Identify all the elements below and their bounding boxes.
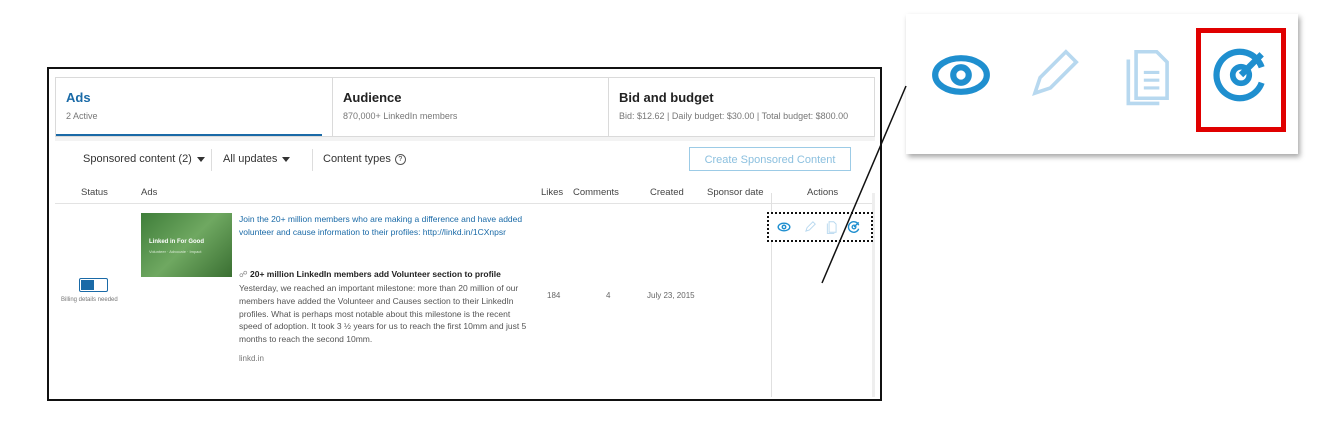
copy-document-icon[interactable] <box>825 220 839 234</box>
col-ads: Ads <box>141 187 158 198</box>
col-actions: Actions <box>807 187 839 198</box>
tab-ads-title: Ads <box>66 90 91 105</box>
sponsored-content-dropdown[interactable]: Sponsored content (2) <box>83 153 205 165</box>
ad-title-link[interactable]: Join the 20+ million members who are mak… <box>239 213 529 238</box>
comments-value: 4 <box>606 291 611 300</box>
pencil-icon <box>1032 49 1079 96</box>
ads-content: Sponsored content (2) All updates Conten… <box>55 141 875 397</box>
col-created: Created <box>650 187 684 198</box>
create-sponsored-content-button[interactable]: Create Sponsored Content <box>689 147 851 171</box>
col-sponsor-date: Sponsor date <box>707 187 764 198</box>
tab-audience-sub: 870,000+ LinkedIn members <box>343 111 458 121</box>
tab-ads-sub: 2 Active <box>66 111 98 121</box>
eye-icon <box>932 55 990 95</box>
highlight-box <box>1196 28 1286 132</box>
thumb-sub: Volunteer · Advocate · Impact <box>149 249 202 254</box>
tab-bid-title: Bid and budget <box>619 90 714 105</box>
campaign-panel: Ads 2 Active Audience 870,000+ LinkedIn … <box>55 77 875 397</box>
actions-highlight <box>767 212 873 242</box>
ad-body: Yesterday, we reached an important miles… <box>239 283 527 345</box>
tab-audience[interactable]: Audience 870,000+ LinkedIn members <box>332 78 608 136</box>
tab-audience-title: Audience <box>343 90 402 105</box>
all-updates-dropdown[interactable]: All updates <box>223 153 291 165</box>
target-gauge-icon[interactable] <box>847 220 861 234</box>
created-value: July 23, 2015 <box>647 291 695 300</box>
ad-subtitle: ☍ 20+ million LinkedIn members add Volun… <box>239 269 529 280</box>
filter-bar: Sponsored content (2) All updates Conten… <box>55 141 875 181</box>
caret-down-icon <box>282 156 291 162</box>
ad-subtitle-text: 20+ million LinkedIn members add Volunte… <box>249 269 501 279</box>
copy-document-icon <box>1126 49 1169 106</box>
billing-notice: Billing details needed <box>61 297 118 303</box>
link-icon: ☍ <box>239 269 248 279</box>
tab-ads[interactable]: Ads 2 Active <box>56 78 322 136</box>
table-header: Status Ads Likes Comments Created Sponso… <box>55 185 875 204</box>
filter-divider <box>312 149 313 171</box>
ad-domain[interactable]: linkd.in <box>239 354 264 363</box>
campaign-manager-frame: Ads 2 Active Audience 870,000+ LinkedIn … <box>47 67 882 401</box>
col-comments: Comments <box>573 187 619 198</box>
status-toggle[interactable] <box>79 278 108 292</box>
content-types-label: Content types <box>323 153 391 165</box>
col-likes: Likes <box>541 187 564 198</box>
likes-value: 184 <box>547 291 561 300</box>
zoomed-actions-callout <box>906 14 1298 154</box>
sponsored-content-label: Sponsored content (2) <box>83 153 192 165</box>
toggle-knob <box>81 280 94 290</box>
tab-bid-sub: Bid: $12.62 | Daily budget: $30.00 | Tot… <box>619 111 849 121</box>
pencil-icon[interactable] <box>803 220 817 234</box>
campaign-tabs: Ads 2 Active Audience 870,000+ LinkedIn … <box>55 77 875 137</box>
ad-thumbnail[interactable]: Linked in For Good Volunteer · Advocate … <box>141 213 232 277</box>
filter-divider <box>211 149 212 171</box>
all-updates-label: All updates <box>223 153 278 165</box>
content-types-filter[interactable]: Content types? <box>323 153 406 165</box>
tab-bid-budget[interactable]: Bid and budget Bid: $12.62 | Daily budge… <box>608 78 876 136</box>
eye-icon[interactable] <box>777 220 791 234</box>
col-status: Status <box>81 187 108 198</box>
caret-down-icon <box>196 156 205 162</box>
help-icon[interactable]: ? <box>394 153 406 165</box>
thumb-brand: Linked in For Good <box>149 239 204 245</box>
